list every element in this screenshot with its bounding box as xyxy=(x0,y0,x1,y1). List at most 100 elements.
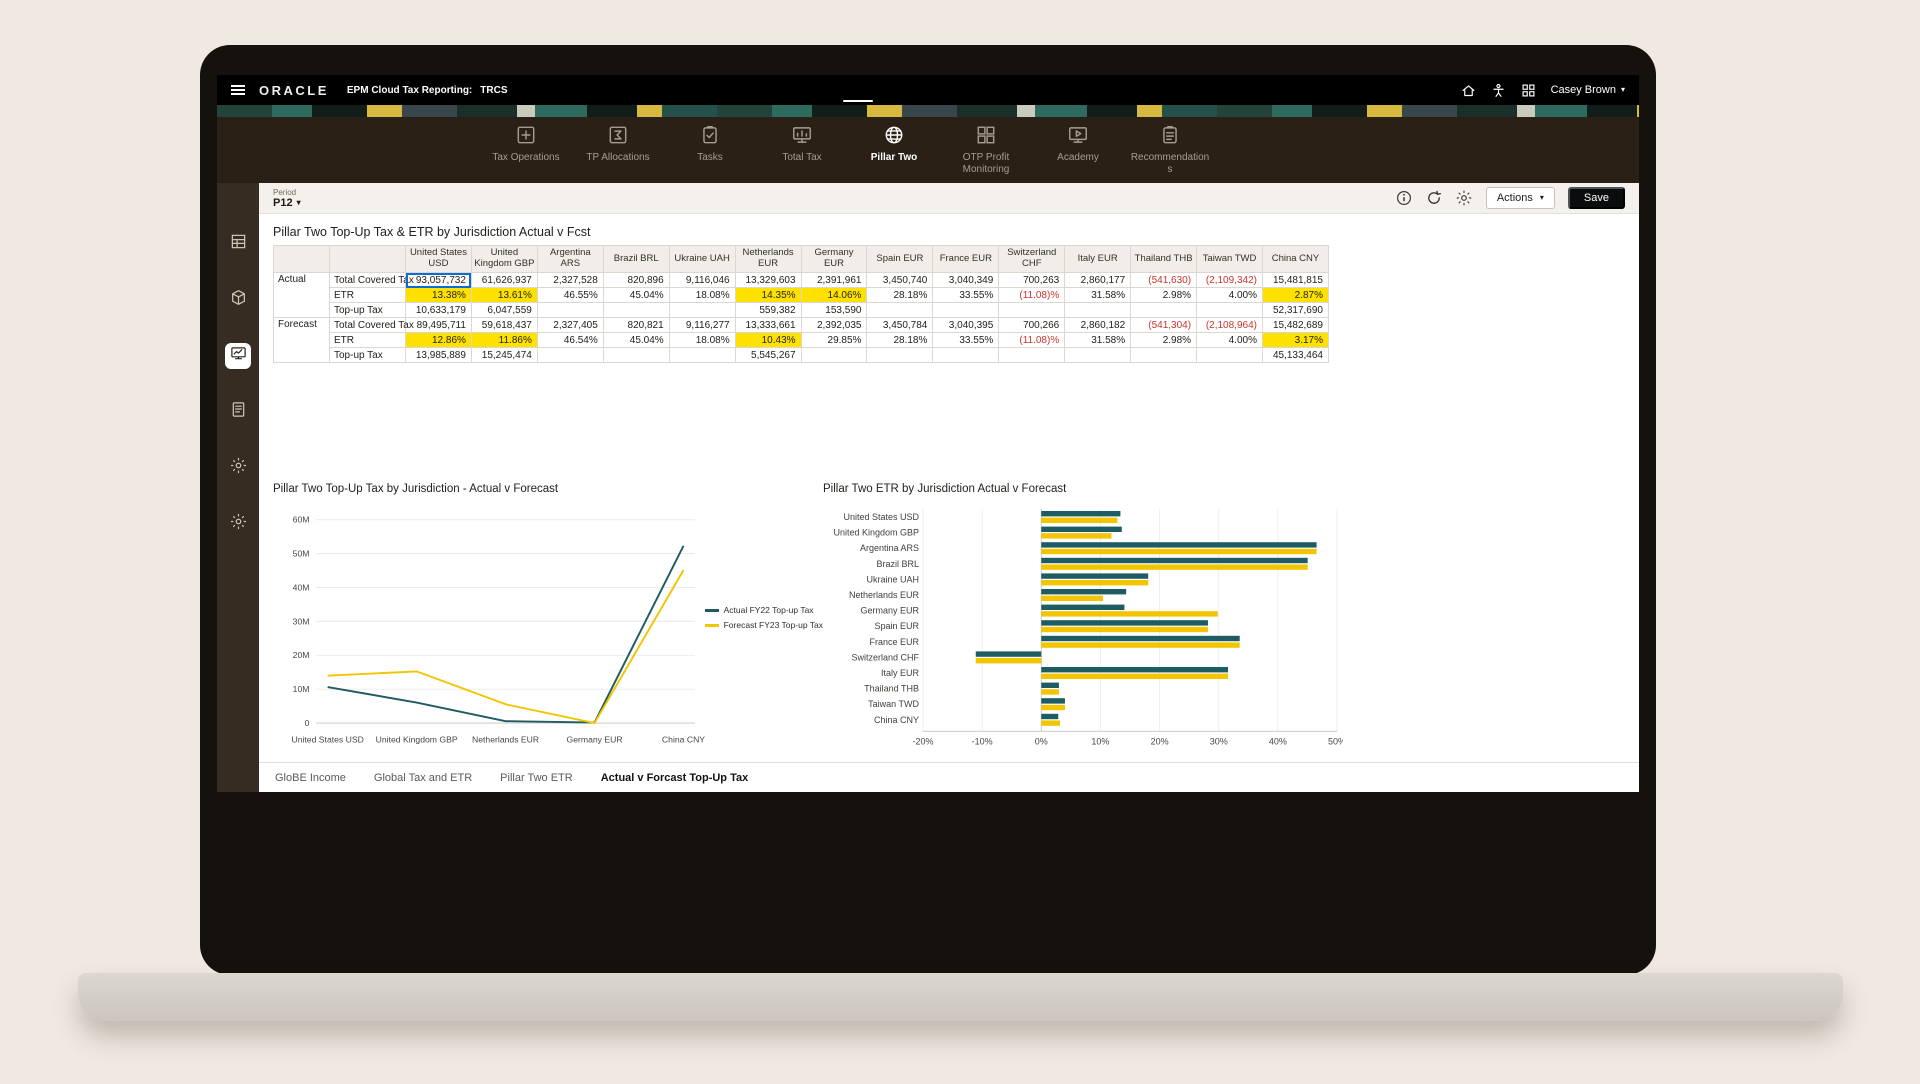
grid-cell[interactable]: 559,382 xyxy=(735,303,801,318)
grid-cell[interactable] xyxy=(1131,303,1197,318)
grid-cell[interactable] xyxy=(537,348,603,363)
nav-item-total-tax[interactable]: Total Tax xyxy=(762,124,842,183)
grid-cell[interactable]: 28.18% xyxy=(867,333,933,348)
nav-item-tasks[interactable]: Tasks xyxy=(670,124,750,183)
grid-cell[interactable]: 3,040,395 xyxy=(933,318,999,333)
grid-cell[interactable]: 5,545,267 xyxy=(735,348,801,363)
grid-cell[interactable]: 89,495,711 xyxy=(406,318,472,333)
grid-cell[interactable] xyxy=(537,303,603,318)
grid-cell[interactable]: 45,133,464 xyxy=(1262,348,1328,363)
grid-cell[interactable]: 45.04% xyxy=(603,288,669,303)
grid-cell[interactable]: 12.86% xyxy=(406,333,472,348)
grid-cell[interactable]: 59,618,437 xyxy=(471,318,537,333)
grid-cell[interactable] xyxy=(999,303,1065,318)
grid-cell[interactable]: 2,860,177 xyxy=(1065,273,1131,288)
grid-cell[interactable] xyxy=(669,303,735,318)
grid-cell[interactable] xyxy=(1197,348,1263,363)
grid-cell[interactable]: 9,116,046 xyxy=(669,273,735,288)
grid-cell[interactable]: 820,821 xyxy=(603,318,669,333)
sidebar-item-settings[interactable] xyxy=(225,455,251,481)
grid-cell[interactable]: 15,245,474 xyxy=(471,348,537,363)
menu-icon[interactable] xyxy=(231,85,245,95)
grid-cell[interactable]: 3,450,784 xyxy=(867,318,933,333)
grid-cell[interactable] xyxy=(1131,348,1197,363)
nav-item-tp-allocations[interactable]: TP Allocations xyxy=(578,124,658,183)
grid-cell[interactable]: (541,630) xyxy=(1131,273,1197,288)
grid-cell[interactable] xyxy=(603,303,669,318)
grid-cell[interactable] xyxy=(933,303,999,318)
grid-cell[interactable]: 15,481,815 xyxy=(1262,273,1328,288)
grid-cell[interactable]: (11.08)% xyxy=(999,333,1065,348)
grid-cell[interactable]: 45.04% xyxy=(603,333,669,348)
save-button[interactable]: Save xyxy=(1568,187,1625,209)
grid-cell[interactable]: 93,057,732 xyxy=(406,273,472,288)
grid-cell[interactable]: 2,860,182 xyxy=(1065,318,1131,333)
grid-cell[interactable]: 18.08% xyxy=(669,288,735,303)
grid-cell[interactable]: 2,392,035 xyxy=(801,318,867,333)
nav-item-otp-profit-monitoring[interactable]: OTP Profit Monitoring xyxy=(946,124,1026,183)
grid-cell[interactable] xyxy=(1065,348,1131,363)
grid-cell[interactable]: 3,040,349 xyxy=(933,273,999,288)
grid-cell[interactable]: 2,327,528 xyxy=(537,273,603,288)
grid-cell[interactable]: 29.85% xyxy=(801,333,867,348)
grid-cell[interactable]: 13,333,661 xyxy=(735,318,801,333)
grid-cell[interactable]: 28.18% xyxy=(867,288,933,303)
grid-cell[interactable]: 46.54% xyxy=(537,333,603,348)
grid-cell[interactable]: 2,391,961 xyxy=(801,273,867,288)
grid-cell[interactable]: 52,317,690 xyxy=(1262,303,1328,318)
nav-item-recommendations[interactable]: Recommendations xyxy=(1130,124,1210,183)
nav-item-pillar-two[interactable]: Pillar Two xyxy=(854,124,934,183)
grid-cell[interactable]: 700,263 xyxy=(999,273,1065,288)
gear-icon[interactable] xyxy=(1456,190,1473,207)
grid-cell[interactable]: 31.58% xyxy=(1065,333,1131,348)
grid-cell[interactable]: 700,266 xyxy=(999,318,1065,333)
grid-cell[interactable]: 3.17% xyxy=(1262,333,1328,348)
grid-cell[interactable]: 33.55% xyxy=(933,333,999,348)
grid-cell[interactable]: (2,108,964) xyxy=(1197,318,1263,333)
grid-cell[interactable] xyxy=(1065,303,1131,318)
grid-cell[interactable]: 15,482,689 xyxy=(1262,318,1328,333)
grid-cell[interactable]: 13,985,889 xyxy=(406,348,472,363)
grid-cell[interactable]: 14.06% xyxy=(801,288,867,303)
accessibility-icon[interactable] xyxy=(1491,82,1507,98)
tab-global-tax-and-etr[interactable]: Global Tax and ETR xyxy=(374,772,472,784)
grid-cell[interactable] xyxy=(933,348,999,363)
grid-cell[interactable]: 6,047,559 xyxy=(471,303,537,318)
grid-cell[interactable] xyxy=(867,348,933,363)
grid-cell[interactable]: 2,327,405 xyxy=(537,318,603,333)
grid-cell[interactable]: (11.08)% xyxy=(999,288,1065,303)
sidebar-item-document[interactable] xyxy=(225,399,251,425)
grid-cell[interactable]: 3,450,740 xyxy=(867,273,933,288)
tab-globe-income[interactable]: GloBE Income xyxy=(275,772,346,784)
grid-cell[interactable]: 31.58% xyxy=(1065,288,1131,303)
grid-cell[interactable] xyxy=(669,348,735,363)
nav-item-tax-operations[interactable]: Tax Operations xyxy=(486,124,566,183)
grid-cell[interactable]: 14.35% xyxy=(735,288,801,303)
grid-cell[interactable]: 11.86% xyxy=(471,333,537,348)
sidebar-item-cube[interactable] xyxy=(225,287,251,313)
grid-cell[interactable] xyxy=(603,348,669,363)
info-icon[interactable] xyxy=(1396,190,1413,207)
grid-cell[interactable]: 4.00% xyxy=(1197,288,1263,303)
refresh-icon[interactable] xyxy=(1426,190,1443,207)
grid-cell[interactable]: 2.98% xyxy=(1131,288,1197,303)
tab-actual-v-forcast-top-up-tax[interactable]: Actual v Forcast Top-Up Tax xyxy=(601,772,749,784)
tab-pillar-two-etr[interactable]: Pillar Two ETR xyxy=(500,772,573,784)
grid-cell[interactable]: 2.98% xyxy=(1131,333,1197,348)
grid-cell[interactable]: 13.61% xyxy=(471,288,537,303)
grid-cell[interactable]: (2,109,342) xyxy=(1197,273,1263,288)
grid-cell[interactable]: 18.08% xyxy=(669,333,735,348)
period-selector[interactable]: Period P12▾ xyxy=(273,188,301,209)
grid-cell[interactable]: 13.38% xyxy=(406,288,472,303)
grid-cell[interactable]: 46.55% xyxy=(537,288,603,303)
grid-cell[interactable] xyxy=(999,348,1065,363)
nav-item-academy[interactable]: Academy xyxy=(1038,124,1118,183)
actions-button[interactable]: Actions▾ xyxy=(1486,187,1555,209)
grid-cell[interactable] xyxy=(867,303,933,318)
grid-cell[interactable]: 61,626,937 xyxy=(471,273,537,288)
grid-cell[interactable]: 153,590 xyxy=(801,303,867,318)
grid-cell[interactable]: 4.00% xyxy=(1197,333,1263,348)
grid-cell[interactable]: 10.43% xyxy=(735,333,801,348)
grid-cell[interactable] xyxy=(801,348,867,363)
grid-cell[interactable]: 33.55% xyxy=(933,288,999,303)
